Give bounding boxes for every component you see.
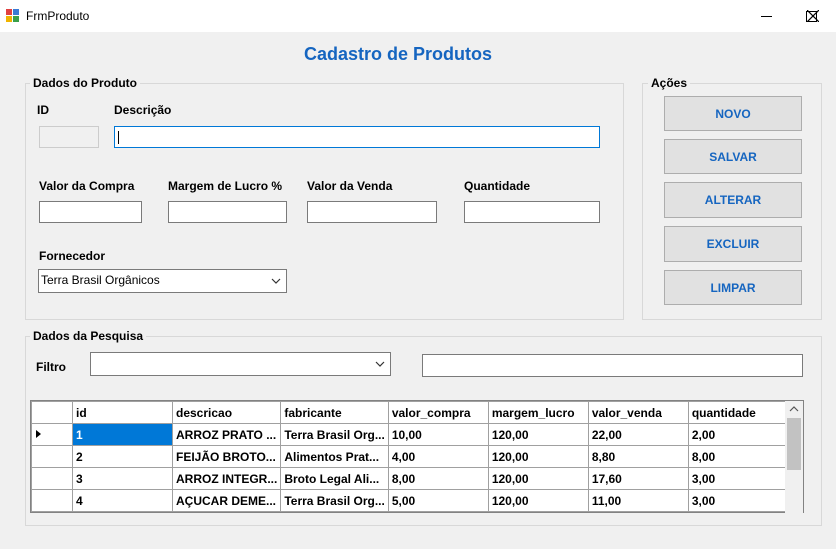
valor-venda-field[interactable] <box>307 201 437 223</box>
filtro-label: Filtro <box>36 360 66 374</box>
dados-produto-legend: Dados do Produto <box>30 76 140 90</box>
chevron-down-icon <box>271 278 281 284</box>
margem-lucro-label: Margem de Lucro % <box>168 179 283 193</box>
current-row-arrow-icon <box>36 429 41 438</box>
text-caret <box>118 131 119 144</box>
alterar-button[interactable]: ALTERAR <box>664 182 802 218</box>
title-bar <box>0 0 836 32</box>
grid-cell[interactable]: FEIJÃO BROTO... <box>171 445 282 468</box>
table-row[interactable] <box>31 511 789 512</box>
grid-cell[interactable]: Terra Brasil Org... <box>280 423 389 446</box>
grid-cell[interactable]: ARROZ INTEGR... <box>171 467 282 490</box>
column-header-id[interactable]: id <box>72 401 173 424</box>
valor-compra-field[interactable] <box>39 201 142 223</box>
column-header-fabricante[interactable]: fabricante <box>280 401 389 424</box>
column-header-quantidade[interactable]: quantidade <box>687 401 789 424</box>
produtos-grid[interactable]: id descricao fabricante valor_compra mar… <box>30 400 804 513</box>
scrollbar-thumb[interactable] <box>787 418 801 470</box>
grid-cell[interactable]: 4 <box>72 489 173 512</box>
grid-cell[interactable]: 4,00 <box>387 445 489 468</box>
valor-compra-label: Valor da Compra <box>39 179 135 193</box>
grid-cell[interactable] <box>171 511 282 512</box>
grid-header-row: id descricao fabricante valor_compra mar… <box>31 401 789 424</box>
chevron-up-icon <box>789 406 799 412</box>
chevron-down-icon <box>375 361 385 367</box>
grid-cell[interactable]: 3,00 <box>687 467 789 490</box>
grid-cell[interactable]: 120,00 <box>487 467 589 490</box>
grid-cell[interactable] <box>280 511 389 512</box>
row-header-current[interactable] <box>31 423 73 446</box>
grid-cell[interactable]: 2,00 <box>687 423 789 446</box>
grid-cell[interactable] <box>387 511 489 512</box>
grid-cell[interactable]: 120,00 <box>487 489 589 512</box>
column-header-margem-lucro[interactable]: margem_lucro <box>487 401 589 424</box>
pesquisa-field[interactable] <box>422 354 803 377</box>
grid-cell[interactable]: 3 <box>72 467 173 490</box>
grid-cell[interactable] <box>587 511 689 512</box>
grid-cell[interactable] <box>487 511 589 512</box>
app-icon <box>6 9 19 22</box>
column-header-descricao[interactable]: descricao <box>171 401 282 424</box>
novo-button[interactable]: NOVO <box>664 96 802 131</box>
row-header[interactable] <box>31 467 73 490</box>
table-row[interactable]: 1 ARROZ PRATO ... Terra Brasil Org... 10… <box>31 423 789 446</box>
filtro-select[interactable] <box>90 352 391 376</box>
window-title: FrmProduto <box>26 9 90 23</box>
grid-cell[interactable]: 5,00 <box>387 489 489 512</box>
grid-cell[interactable]: 22,00 <box>587 423 689 446</box>
close-button[interactable] <box>790 0 836 32</box>
table-row[interactable]: 4 AÇUCAR DEME... Terra Brasil Org... 5,0… <box>31 489 789 512</box>
grid-cell[interactable]: 11,00 <box>587 489 689 512</box>
grid-cell[interactable]: ARROZ PRATO ... <box>171 423 282 446</box>
row-header-corner <box>31 401 73 424</box>
id-field <box>39 126 99 148</box>
descricao-label: Descrição <box>114 103 172 117</box>
row-header[interactable] <box>31 445 73 468</box>
grid-cell[interactable]: Alimentos Prat... <box>280 445 389 468</box>
grid-cell[interactable]: 17,60 <box>587 467 689 490</box>
acoes-legend: Ações <box>648 76 691 90</box>
row-header[interactable] <box>31 511 73 512</box>
form-title: Cadastro de Produtos <box>303 44 493 64</box>
grid-cell[interactable]: 2 <box>72 445 173 468</box>
grid-cell[interactable] <box>687 511 789 512</box>
grid-cell[interactable]: 1 <box>72 423 173 446</box>
table-row[interactable]: 2 FEIJÃO BROTO... Alimentos Prat... 4,00… <box>31 445 789 468</box>
grid-cell[interactable]: 8,00 <box>387 467 489 490</box>
fornecedor-value: Terra Brasil Orgânicos <box>41 273 160 287</box>
quantidade-field[interactable] <box>464 201 600 223</box>
valor-venda-label: Valor da Venda <box>307 179 393 193</box>
grid-cell[interactable]: 8,80 <box>587 445 689 468</box>
fornecedor-select[interactable]: Terra Brasil Orgânicos <box>38 269 287 293</box>
grid-cell[interactable]: 8,00 <box>687 445 789 468</box>
quantidade-label: Quantidade <box>464 179 531 193</box>
column-header-valor-compra[interactable]: valor_compra <box>387 401 489 424</box>
close-icon <box>807 10 819 22</box>
grid-cell[interactable]: Terra Brasil Org... <box>280 489 389 512</box>
grid-cell[interactable]: Broto Legal Ali... <box>280 467 389 490</box>
grid-cell[interactable] <box>72 511 173 512</box>
salvar-button[interactable]: SALVAR <box>664 139 802 174</box>
column-header-valor-venda[interactable]: valor_venda <box>587 401 689 424</box>
grid-cell[interactable]: 120,00 <box>487 445 589 468</box>
margem-lucro-field[interactable] <box>168 201 287 223</box>
excluir-button[interactable]: EXCLUIR <box>664 226 802 262</box>
fornecedor-label: Fornecedor <box>39 249 106 263</box>
table-row[interactable]: 3 ARROZ INTEGR... Broto Legal Ali... 8,0… <box>31 467 789 490</box>
descricao-field[interactable] <box>114 126 600 148</box>
grid-cell[interactable]: 3,00 <box>687 489 789 512</box>
limpar-button[interactable]: LIMPAR <box>664 270 802 305</box>
grid-cell[interactable]: 120,00 <box>487 423 589 446</box>
id-label: ID <box>37 103 49 117</box>
grid-cell[interactable]: AÇUCAR DEME... <box>171 489 282 512</box>
row-header[interactable] <box>31 489 73 512</box>
dados-pesquisa-legend: Dados da Pesquisa <box>30 329 147 343</box>
grid-cell[interactable]: 10,00 <box>387 423 489 446</box>
